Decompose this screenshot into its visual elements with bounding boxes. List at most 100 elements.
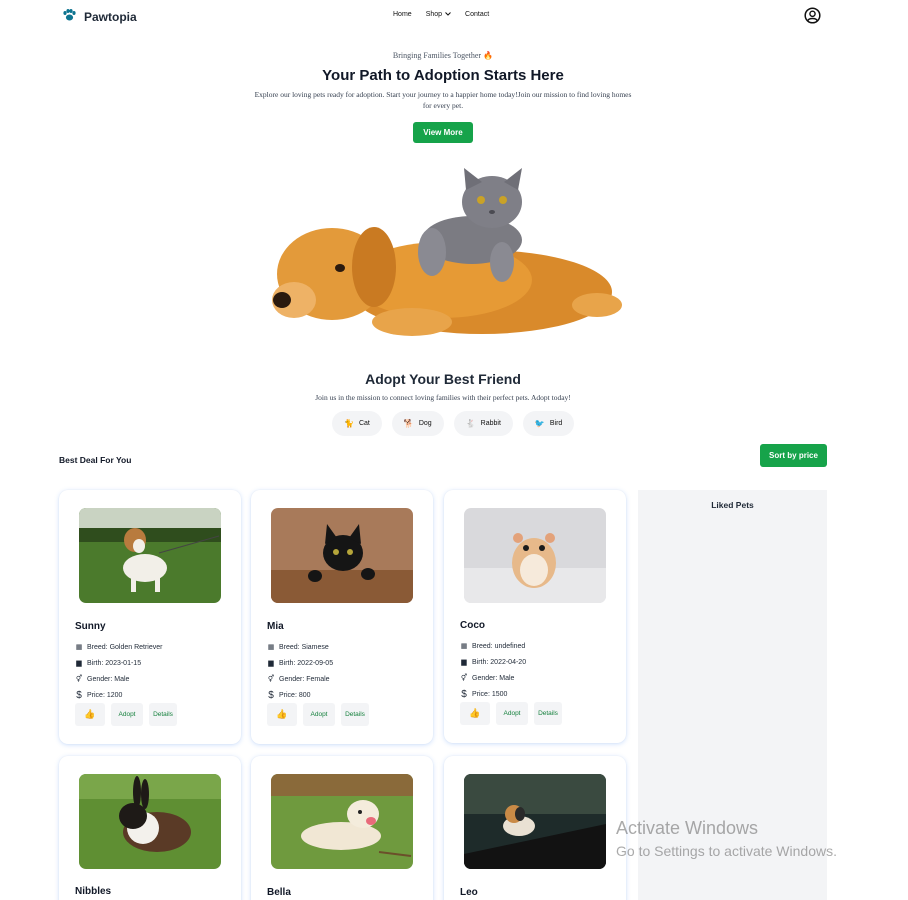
pet-name: Leo (460, 887, 478, 898)
breed-icon: ▦ (460, 643, 468, 650)
pet-birth: ▆ Birth: 2022-09-05 (267, 659, 334, 668)
adopt-button[interactable]: Adopt (496, 702, 528, 725)
category-label: Bird (549, 420, 563, 427)
dollar-icon: $ (268, 690, 274, 701)
pet-card: Sunny ▦ Breed: Golden Retriever ▆ Birth: 2… (59, 490, 241, 744)
details-button[interactable]: Details (534, 702, 562, 725)
dollar-icon: $ (461, 689, 467, 700)
pet-card: Nibbles (59, 756, 241, 900)
pet-card: Bella (251, 756, 433, 900)
nav-shop[interactable]: Shop (426, 11, 451, 18)
pet-name: Sunny (75, 621, 106, 632)
thumbs-up-icon: 👍 (469, 708, 481, 718)
pet-price: $ Price: 1500 (460, 689, 507, 700)
bird-icon: 🐦 (534, 419, 545, 428)
pet-name: Mia (267, 621, 284, 632)
pet-actions: 👍 Adopt Details (267, 703, 369, 726)
pet-photo (464, 508, 606, 603)
adopt-subtitle: Join us in the mission to connect loving… (315, 393, 571, 402)
gender-icon: ⚥ (267, 676, 275, 683)
adopt-button[interactable]: Adopt (303, 703, 335, 726)
like-button[interactable]: 👍 (267, 703, 297, 726)
fire-icon: 🔥 (483, 51, 494, 60)
pet-price-text: Price: 800 (279, 692, 311, 699)
pet-name: Nibbles (75, 886, 112, 897)
pet-gender: ⚥ Gender: Male (460, 674, 515, 683)
category-cat[interactable]: 🐈 Cat (332, 411, 382, 436)
pet-price-text: Price: 1200 (87, 692, 123, 699)
pet-birth-text: Birth: 2023-01-15 (87, 659, 142, 667)
pet-breed: ▦ Breed: undefined (460, 642, 526, 651)
cat-icon: 🐈 (344, 419, 354, 428)
rabbit-icon: 🐇 (465, 419, 476, 428)
calendar-icon: ▆ (76, 660, 82, 667)
view-more-button[interactable]: View More (413, 122, 473, 143)
breed-icon: ▦ (75, 644, 83, 651)
breed-icon: ▦ (267, 644, 275, 651)
pet-breed: ▦ Breed: Siamese (267, 643, 329, 652)
pet-actions: 👍 Adopt Details (75, 703, 177, 726)
nav-contact[interactable]: Contact (465, 11, 489, 18)
pet-actions: 👍 Adopt Details (460, 702, 562, 725)
pet-price-text: Price: 1500 (472, 691, 508, 698)
details-button[interactable]: Details (341, 703, 369, 726)
pet-name: Bella (267, 887, 291, 898)
paw-icon (62, 8, 76, 26)
category-label: Cat (358, 420, 370, 427)
gender-icon: ⚥ (460, 675, 468, 682)
pet-breed: ▦ Breed: Golden Retriever (75, 643, 163, 652)
pet-birth: ▆ Birth: 2023-01-15 (75, 659, 142, 668)
hero-tagline: Bringing Families Together 🔥 (0, 51, 886, 60)
details-button[interactable]: Details (149, 703, 177, 726)
nav-links: Home Shop Contact (393, 11, 489, 18)
like-button[interactable]: 👍 (75, 703, 105, 726)
hero-subtitle: Explore our loving pets ready for adopti… (254, 90, 632, 110)
navbar: Pawtopia Home Shop Contact (0, 0, 908, 32)
pet-gender-text: Gender: Male (87, 675, 130, 683)
pet-photo (271, 774, 413, 869)
pet-card: Mia ▦ Breed: Siamese ▆ Birth: 2022-09-05 ⚥… (251, 490, 433, 744)
pet-gender-text: Gender: Female (279, 675, 330, 683)
calendar-icon: ▆ (461, 659, 467, 666)
activate-windows-hint: Go to Settings to activate Windows. (616, 843, 837, 859)
brand-logo[interactable]: Pawtopia (62, 8, 137, 26)
nav-shop-label: Shop (425, 11, 443, 18)
calendar-icon: ▆ (268, 660, 274, 667)
pet-breed-text: Breed: Golden Retriever (87, 643, 163, 651)
category-label: Dog (418, 420, 432, 427)
category-dog[interactable]: 🐕 Dog (391, 411, 444, 436)
pet-price: $ Price: 1200 (75, 690, 122, 701)
sort-by-price-button[interactable]: Sort by price (760, 444, 827, 467)
like-button[interactable]: 👍 (460, 702, 490, 725)
pet-photo (79, 508, 221, 603)
chevron-down-icon (445, 11, 451, 18)
pet-gender: ⚥ Gender: Female (267, 675, 330, 684)
liked-pets-title: Liked Pets (711, 500, 754, 510)
pet-photo (271, 508, 413, 603)
thumbs-up-icon: 👍 (276, 709, 288, 719)
hero-title: Your Path to Adoption Starts Here (322, 67, 564, 84)
category-filters: 🐈 Cat 🐕 Dog 🐇 Rabbit 🐦 Bird (332, 411, 575, 436)
brand-name: Pawtopia (84, 10, 137, 24)
pet-photo (464, 774, 606, 869)
pet-birth: ▆ Birth: 2022-04-20 (460, 658, 527, 667)
pet-breed-text: Breed: undefined (472, 642, 526, 650)
category-rabbit[interactable]: 🐇 Rabbit (453, 411, 513, 436)
pet-card: Coco ▦ Breed: undefined ▆ Birth: 2022-04-2… (444, 490, 626, 743)
gender-icon: ⚥ (75, 676, 83, 683)
category-bird[interactable]: 🐦 Bird (522, 411, 575, 436)
pet-price: $ Price: 800 (267, 690, 311, 701)
user-account-icon[interactable] (804, 7, 821, 24)
pet-birth-text: Birth: 2022-04-20 (472, 658, 527, 666)
adopt-button[interactable]: Adopt (111, 703, 143, 726)
nav-home[interactable]: Home (393, 11, 412, 18)
category-label: Rabbit (480, 420, 501, 427)
best-deal-heading: Best Deal For You (59, 455, 132, 465)
dog-icon: 🐕 (403, 419, 414, 428)
pet-breed-text: Breed: Siamese (279, 643, 329, 651)
pet-birth-text: Birth: 2022-09-05 (279, 659, 334, 667)
adopt-title: Adopt Your Best Friend (365, 371, 521, 387)
hero-tagline-text: Bringing Families Together (392, 51, 482, 60)
pet-gender: ⚥ Gender: Male (75, 675, 130, 684)
pet-card: Leo (444, 756, 626, 900)
